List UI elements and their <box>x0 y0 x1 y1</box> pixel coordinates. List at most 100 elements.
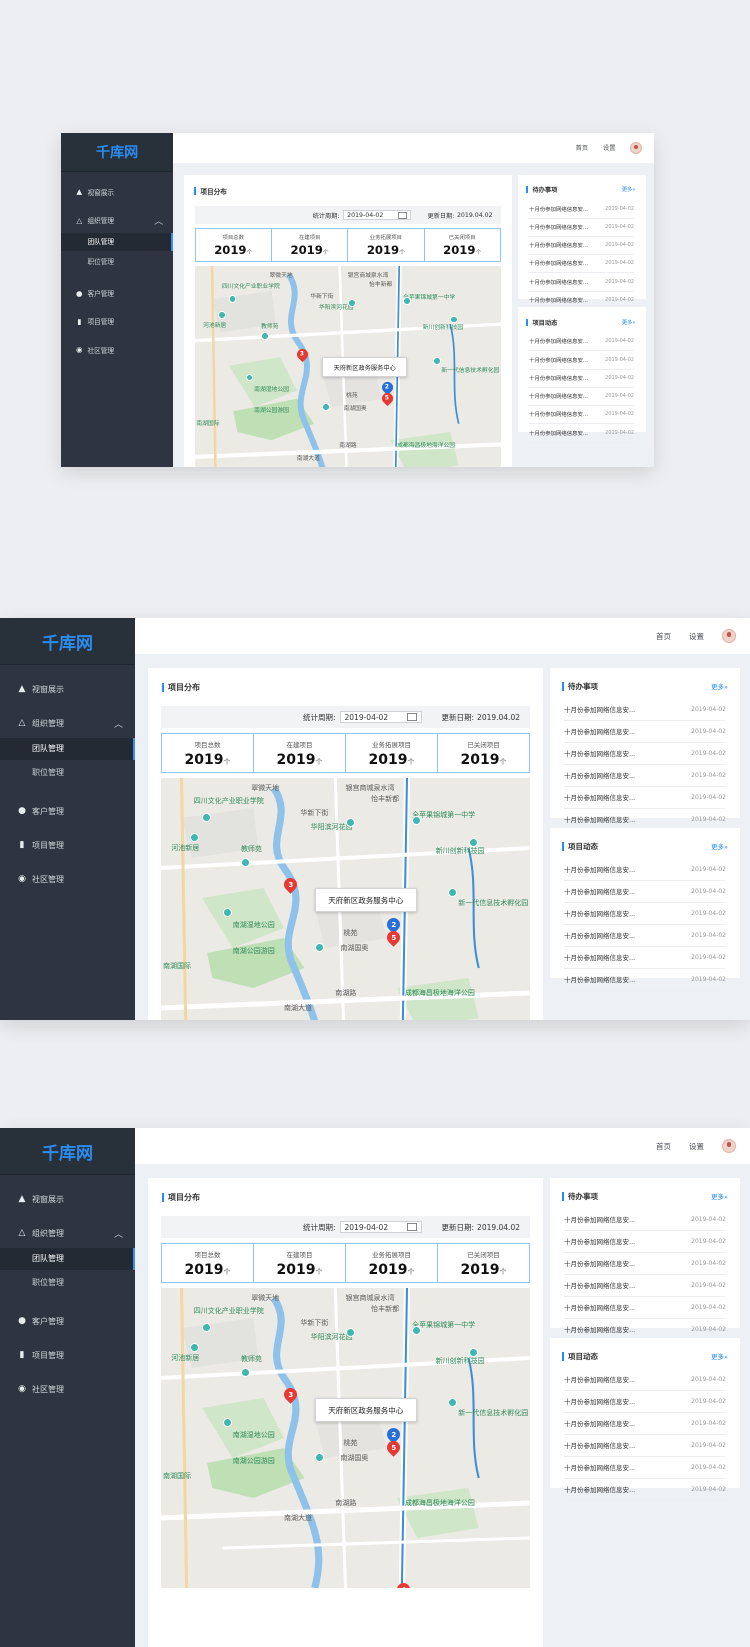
chevron-up-icon[interactable]: ︿ <box>114 1227 123 1240</box>
sidebar-subitem-1[interactable]: 职位管理 <box>0 762 135 784</box>
sidebar-item-0[interactable]: ▲ 视窗展示 <box>0 674 135 704</box>
map-poi-icon[interactable] <box>345 818 355 827</box>
map[interactable]: 翠微天地 四川文化产业职业学院 河池新居 教师苑 银宫商城泉水湾 怡丰新都 华阳滨河花园 全苹… <box>161 1288 530 1588</box>
list-item[interactable]: 十月份参加网络信息安... 2019-04-02 <box>529 218 635 237</box>
home-link[interactable]: 首页 <box>656 631 671 642</box>
list-item[interactable]: 十月份参加网络信息安... 2019-04-02 <box>529 272 635 292</box>
list-item[interactable]: 十月份参加网络信息安... 2019-04-02 <box>529 387 635 407</box>
more-link[interactable]: 更多» <box>622 185 636 193</box>
map[interactable]: 翠微天地 四川文化产业职业学院 河池新居 教师苑 银宫商城泉水湾 怡丰新都 华阳滨河花园 全苹… <box>161 778 530 1020</box>
sidebar-item-4[interactable]: ◉ 社区管理 <box>61 337 173 362</box>
list-item[interactable]: 十月份参加网络信息安... 2019-04-02 <box>564 924 726 947</box>
list-item[interactable]: 十月份参加网络信息安... 2019-04-02 <box>564 1252 726 1275</box>
list-item[interactable]: 十月份参加网络信息安... 2019-04-02 <box>564 1412 726 1435</box>
date-input[interactable]: 2019-04-02 <box>342 210 411 221</box>
map-poi-icon[interactable] <box>228 294 237 303</box>
list-item[interactable]: 十月份参加网络信息安... 2019-04-02 <box>564 1456 726 1479</box>
list-item[interactable]: 十月份参加网络信息安... 2019-04-02 <box>564 764 726 787</box>
map-poi-icon[interactable] <box>314 943 324 952</box>
sidebar-item-3[interactable]: ▮ 项目管理 <box>0 1340 135 1370</box>
map-callout[interactable]: 天府新区政务服务中心 <box>322 357 408 378</box>
avatar[interactable] <box>722 629 736 643</box>
list-item[interactable]: 十月份参加网络信息安... 2019-04-02 <box>529 369 635 388</box>
list-item[interactable]: 十月份参加网络信息安... 2019-04-02 <box>564 880 726 903</box>
sidebar-item-3[interactable]: ▮ 项目管理 <box>0 830 135 860</box>
list-item[interactable]: 十月份参加网络信息安... 2019-04-02 <box>529 254 635 274</box>
settings-link[interactable]: 设置 <box>603 143 615 152</box>
settings-link[interactable]: 设置 <box>689 1141 704 1152</box>
list-item[interactable]: 十月份参加网络信息安... 2019-04-02 <box>564 1478 726 1501</box>
list-item[interactable]: 十月份参加网络信息安... 2019-04-02 <box>564 1390 726 1413</box>
map-poi-icon[interactable] <box>449 315 458 324</box>
sidebar-item-1[interactable]: △ 组织管理 ︿ <box>0 1218 135 1248</box>
list-item[interactable]: 十月份参加网络信息安... 2019-04-02 <box>564 902 726 925</box>
list-item[interactable]: 十月份参加网络信息安... 2019-04-02 <box>564 946 726 969</box>
sidebar-item-2[interactable]: ● 客户管理 <box>61 281 173 306</box>
sidebar-subitem-0[interactable]: 团队管理 <box>0 738 135 760</box>
date-input[interactable]: 2019-04-02 <box>339 1221 422 1233</box>
home-link[interactable]: 首页 <box>656 1141 671 1152</box>
map-poi-icon[interactable] <box>345 1328 355 1337</box>
map-poi-icon[interactable] <box>260 332 269 340</box>
sidebar-subitem-1[interactable]: 职位管理 <box>0 1272 135 1294</box>
more-link[interactable]: 更多» <box>622 318 636 326</box>
calendar-icon[interactable] <box>406 1223 417 1231</box>
list-item[interactable]: 十月份参加网络信息安... 2019-04-02 <box>529 350 635 370</box>
map-poi-icon[interactable] <box>189 1343 199 1352</box>
list-item[interactable]: 十月份参加网络信息安... 2019-04-02 <box>564 1434 726 1457</box>
map-poi-icon[interactable] <box>322 402 331 411</box>
avatar[interactable] <box>630 141 643 154</box>
sidebar-subitem-1[interactable]: 职位管理 <box>61 253 173 271</box>
sidebar-item-1[interactable]: △ 组织管理 ︿ <box>61 208 173 233</box>
map-poi-icon[interactable] <box>202 1323 211 1332</box>
map-callout[interactable]: 天府新区政务服务中心 <box>314 1398 417 1422</box>
map-poi-icon[interactable] <box>240 1368 250 1377</box>
map-poi-icon[interactable] <box>314 1453 324 1462</box>
settings-link[interactable]: 设置 <box>689 631 704 642</box>
map-poi-icon[interactable] <box>468 838 478 847</box>
list-item[interactable]: 十月份参加网络信息安... 2019-04-02 <box>564 1296 726 1319</box>
sidebar-subitem-0[interactable]: 团队管理 <box>61 232 174 251</box>
list-item[interactable]: 十月份参加网络信息安... 2019-04-02 <box>529 423 635 443</box>
list-item[interactable]: 十月份参加网络信息安... 2019-04-02 <box>564 698 726 721</box>
list-item[interactable]: 十月份参加网络信息安... 2019-04-02 <box>564 742 726 765</box>
list-item[interactable]: 十月份参加网络信息安... 2019-04-02 <box>564 1230 726 1253</box>
sidebar-item-4[interactable]: ◉ 社区管理 <box>0 864 135 894</box>
more-link[interactable]: 更多» <box>711 1351 728 1361</box>
map-poi-icon[interactable] <box>468 1348 478 1357</box>
list-item[interactable]: 十月份参加网络信息安... 2019-04-02 <box>564 1208 726 1231</box>
list-item[interactable]: 十月份参加网络信息安... 2019-04-02 <box>564 720 726 743</box>
list-item[interactable]: 十月份参加网络信息安... 2019-04-02 <box>564 1274 726 1297</box>
sidebar-item-2[interactable]: ● 客户管理 <box>0 796 135 826</box>
chevron-up-icon[interactable]: ︿ <box>154 214 163 227</box>
map-poi-icon[interactable] <box>189 833 199 842</box>
avatar[interactable] <box>722 1139 736 1153</box>
map-poi-icon[interactable] <box>222 908 232 917</box>
calendar-icon[interactable] <box>406 713 417 721</box>
list-item[interactable]: 十月份参加网络信息安... 2019-04-02 <box>564 1368 726 1391</box>
sidebar-item-3[interactable]: ▮ 项目管理 <box>61 309 173 334</box>
more-link[interactable]: 更多» <box>711 1191 728 1201</box>
map-poi-icon[interactable] <box>432 357 441 365</box>
more-link[interactable]: 更多» <box>711 681 728 691</box>
list-item[interactable]: 十月份参加网络信息安... 2019-04-02 <box>529 332 635 352</box>
list-item[interactable]: 十月份参加网络信息安... 2019-04-02 <box>564 858 726 881</box>
more-link[interactable]: 更多» <box>711 841 728 851</box>
sidebar-item-1[interactable]: △ 组织管理 ︿ <box>0 708 135 738</box>
map-callout[interactable]: 天府新区政务服务中心 <box>314 888 417 912</box>
sidebar-item-4[interactable]: ◉ 社区管理 <box>0 1374 135 1404</box>
map[interactable]: 翠微天地 四川文化产业职业学院 河池新居 教师苑 银宫商城泉水湾 怡丰新都 华阳滨河花园 全苹… <box>194 265 501 467</box>
calendar-icon[interactable] <box>397 211 407 219</box>
date-input[interactable]: 2019-04-02 <box>339 711 422 723</box>
map-poi-icon[interactable] <box>448 888 457 897</box>
list-item[interactable]: 十月份参加网络信息安... 2019-04-02 <box>564 968 726 991</box>
map-poi-icon[interactable] <box>347 298 356 307</box>
map-poi-icon[interactable] <box>202 813 211 822</box>
home-link[interactable]: 首页 <box>576 143 588 152</box>
chevron-up-icon[interactable]: ︿ <box>114 717 123 730</box>
list-item[interactable]: 十月份参加网络信息安... 2019-04-02 <box>564 786 726 809</box>
sidebar-item-0[interactable]: ▲ 视窗展示 <box>61 179 173 204</box>
list-item[interactable]: 十月份参加网络信息安... 2019-04-02 <box>529 405 635 425</box>
sidebar-item-0[interactable]: ▲ 视窗展示 <box>0 1184 135 1214</box>
list-item[interactable]: 十月份参加网络信息安... 2019-04-02 <box>529 199 635 219</box>
